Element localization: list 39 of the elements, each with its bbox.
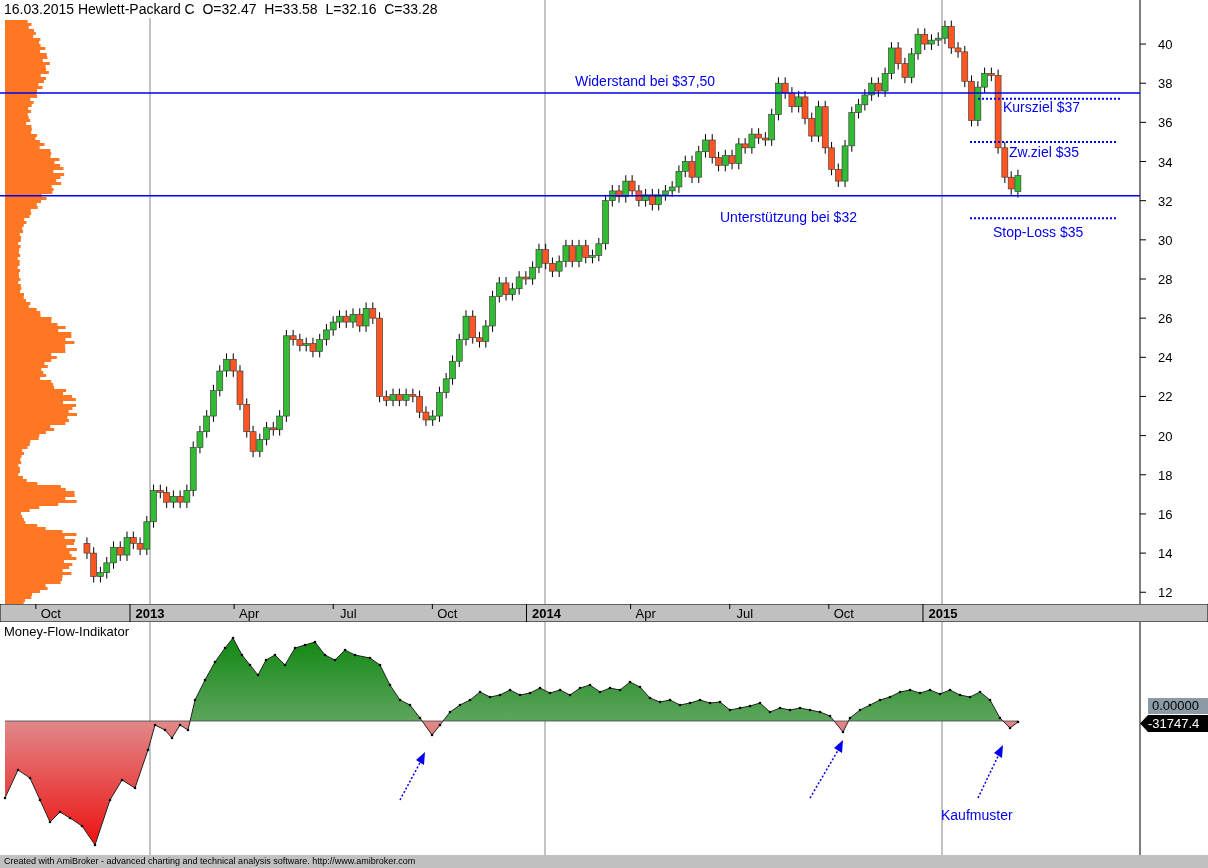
current-value-tag: -31747.4 <box>1140 715 1208 732</box>
price-axis-label: 24 <box>1158 350 1173 366</box>
price-axis-label: 28 <box>1158 272 1173 287</box>
price-axis-label: 30 <box>1158 232 1173 248</box>
price-axis-label: 36 <box>1158 115 1173 131</box>
level-label: Zw.ziel $35 <box>1009 144 1080 160</box>
time-axis-label: Oct <box>40 606 61 621</box>
level-label: Kursziel $37 <box>1003 99 1081 115</box>
price-axis-label: 14 <box>1158 546 1173 562</box>
arrow-icon <box>977 745 1003 799</box>
pattern-label: Kaufmuster <box>941 807 1013 823</box>
indicator-title: Money-Flow-Indikator <box>4 624 129 639</box>
price-axis-label: 26 <box>1158 311 1173 327</box>
price-axis-label: 20 <box>1158 428 1173 444</box>
level-label: Widerstand bei $37,50 <box>575 73 716 89</box>
time-axis-label: 2014 <box>532 606 561 621</box>
time-axis-label: Oct <box>437 606 458 621</box>
time-axis-label: Apr <box>635 606 656 621</box>
price-axis-label: 34 <box>1158 154 1173 170</box>
level-label: Unterstützung bei $32 <box>720 209 857 225</box>
level-label: Stop-Loss $35 <box>993 224 1084 240</box>
price-axis-label: 16 <box>1158 506 1173 522</box>
time-axis-label: Jul <box>736 606 754 621</box>
arrow-icon <box>399 752 425 801</box>
price-axis-label: 32 <box>1158 193 1173 209</box>
price-axis-label: 38 <box>1158 76 1173 92</box>
chart-title: 16.03.2015 Hewlett-Packard C O=32.47 H=33.58 L=32.16 C=33.28 <box>4 1 438 17</box>
arrow-icon <box>809 740 843 799</box>
price-axis-label: 40 <box>1158 37 1173 53</box>
zero-value-tag: 0.00000 <box>1148 698 1208 714</box>
time-axis-label: 2015 <box>928 606 958 621</box>
price-axis-label: 12 <box>1158 585 1173 601</box>
price-axis-label: 18 <box>1158 467 1173 483</box>
price-axis-label: 22 <box>1158 389 1173 405</box>
time-axis-label: 2013 <box>135 606 165 621</box>
time-axis-label: Apr <box>239 606 260 621</box>
time-axis-label: Oct <box>833 606 854 621</box>
time-axis-label: Jul <box>339 606 357 621</box>
footer-text: Created with AmiBroker - advanced charting and technical analysis software. http://www.amibroker.com <box>4 856 416 867</box>
